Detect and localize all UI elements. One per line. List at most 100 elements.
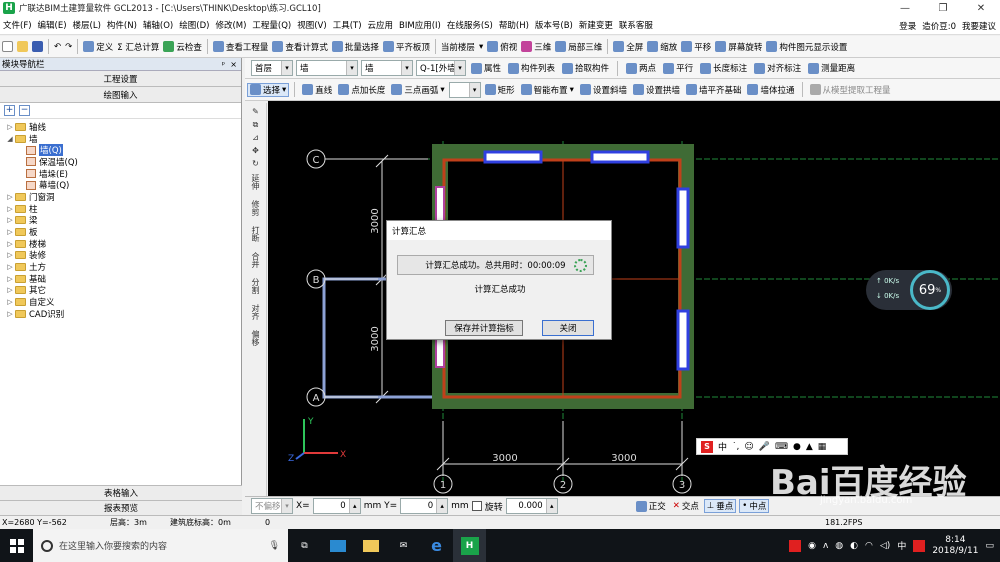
open-folder-icon[interactable]: [15, 41, 30, 52]
expand-arrow-icon[interactable]: ▷: [6, 275, 14, 283]
extract-from-model-button[interactable]: 从模型提取工程量: [808, 84, 893, 96]
expand-arrow-icon[interactable]: ▷: [6, 310, 14, 318]
component-select[interactable]: Q-1[外墙 ▾: [416, 60, 466, 76]
split-button[interactable]: 分割: [251, 278, 260, 294]
expand-arrow-icon[interactable]: ▷: [6, 123, 14, 131]
component-list-button[interactable]: 构件列表: [506, 62, 557, 74]
view-formula-button[interactable]: 查看计算式: [270, 41, 330, 53]
user-icon[interactable]: ●: [793, 442, 801, 452]
rectangle-button[interactable]: 矩形: [483, 84, 517, 96]
clock[interactable]: 8:14 2018/9/11: [932, 535, 978, 557]
extend-button[interactable]: 延伸: [251, 174, 260, 190]
mic-icon[interactable]: 🎙: [269, 541, 280, 551]
tree-item[interactable]: ▷ 其它: [0, 285, 241, 296]
perpendicular-snap-button[interactable]: ⊥ 垂点: [703, 499, 737, 513]
tree-item[interactable]: ▷ CAD识别: [0, 308, 241, 320]
menu-help[interactable]: 帮助(H): [496, 19, 532, 31]
input-language[interactable]: 中: [897, 539, 906, 552]
menu-file[interactable]: 文件(F): [0, 19, 35, 31]
minimize-button[interactable]: —: [886, 0, 924, 16]
current-floor-button[interactable]: 当前楼层: [439, 41, 477, 53]
y-input[interactable]: 0 ▴: [400, 498, 449, 514]
merge-button[interactable]: 合并: [251, 252, 260, 268]
task-view-icon[interactable]: ⧉: [288, 529, 321, 562]
taskbar-app-icon[interactable]: [321, 529, 354, 562]
collapse-all-icon[interactable]: −: [19, 105, 30, 116]
report-preview-tab[interactable]: 报表预览: [0, 500, 242, 515]
length-dimension-button[interactable]: 长度标注: [698, 62, 749, 74]
wifi-icon[interactable]: ◠: [865, 541, 873, 551]
close-dialog-button[interactable]: 关闭: [542, 320, 594, 336]
zoom-button[interactable]: 缩放: [645, 41, 679, 53]
menu-tools[interactable]: 工具(T): [330, 19, 365, 31]
wall-align-foundation-button[interactable]: 墙平齐基础: [684, 84, 744, 96]
define-button[interactable]: 定义: [81, 41, 115, 53]
screen-rotate-button[interactable]: 屏幕旋转: [713, 41, 764, 53]
tree-item[interactable]: ▷ 基础: [0, 273, 241, 285]
tree-item[interactable]: ▷ 自定义: [0, 296, 241, 308]
tree-item[interactable]: ▷ 柱: [0, 203, 241, 215]
tree-item[interactable]: ▷ 板: [0, 226, 241, 238]
offset-button[interactable]: 偏移: [251, 330, 260, 346]
keyboard-icon[interactable]: ⌨: [775, 442, 788, 452]
wechat-icon[interactable]: ◍: [835, 541, 843, 551]
parallel-button[interactable]: 平行: [661, 62, 695, 74]
login-button[interactable]: 登录: [899, 20, 916, 32]
cloud-check-button[interactable]: 云检查: [161, 41, 204, 53]
menu-quantity[interactable]: 工程量(Q): [249, 19, 294, 31]
expand-arrow-icon[interactable]: ▷: [6, 286, 14, 294]
tree-item[interactable]: ◢ 墙: [0, 133, 241, 145]
measure-distance-button[interactable]: 测量距离: [806, 62, 857, 74]
offset-select[interactable]: 不偏移 ▾: [251, 498, 293, 514]
tree-item[interactable]: ▷ 土方: [0, 261, 241, 273]
smart-layout-button[interactable]: 智能布置 ▾: [519, 84, 576, 96]
sogou-icon[interactable]: [913, 539, 926, 552]
tree-item[interactable]: ▷ 轴线: [0, 121, 241, 133]
taskbar-search-input[interactable]: 在这里输入你要搜索的内容 🎙: [33, 529, 288, 562]
set-arch-wall-button[interactable]: 设置拱墙: [631, 84, 682, 96]
tree-item[interactable]: 保温墙(Q): [0, 156, 241, 168]
menu-view[interactable]: 视图(V): [294, 19, 329, 31]
ortho-button[interactable]: 正交: [634, 500, 668, 512]
sogou-tray-icon[interactable]: [789, 539, 802, 552]
menu-bim[interactable]: BIM应用(I): [396, 19, 444, 31]
table-input-tab[interactable]: 表格输入: [0, 485, 242, 500]
align-button[interactable]: 对齐: [251, 304, 260, 320]
two-points-button[interactable]: 两点: [624, 62, 658, 74]
project-settings-tab[interactable]: 工程设置: [0, 71, 241, 87]
menu-online[interactable]: 在线服务(S): [444, 19, 496, 31]
3d-button[interactable]: 三维: [519, 41, 553, 53]
view-dropdown[interactable]: ▾: [477, 42, 485, 52]
fullscreen-button[interactable]: 全屏: [611, 41, 645, 53]
break-button[interactable]: 打断: [251, 226, 260, 242]
glodon-app-icon[interactable]: H: [453, 529, 486, 562]
redo-icon[interactable]: ↷: [63, 42, 74, 52]
menu-version[interactable]: 版本号(B): [532, 19, 576, 31]
new-file-icon[interactable]: [0, 41, 15, 52]
network-tray-icon[interactable]: ◉: [808, 541, 816, 551]
menu-new-change[interactable]: 新建变更: [576, 19, 616, 31]
ime-lang[interactable]: 中: [718, 440, 727, 453]
menu-edit[interactable]: 编辑(E): [35, 19, 70, 31]
expand-arrow-icon[interactable]: ▷: [6, 205, 14, 213]
copy-icon[interactable]: ⧉: [245, 120, 266, 129]
tree-item[interactable]: ▷ 梁: [0, 215, 241, 226]
point-length-button[interactable]: 点加长度: [336, 84, 387, 96]
punct-icon[interactable]: ˙,: [732, 442, 739, 452]
mail-icon[interactable]: ✉: [387, 529, 420, 562]
menu-aux-axis[interactable]: 辅轴(O): [140, 19, 176, 31]
toolbox-icon[interactable]: ▦: [818, 442, 827, 452]
expand-arrow-icon[interactable]: ◢: [6, 135, 14, 143]
expand-all-icon[interactable]: +: [4, 105, 15, 116]
view-quantity-button[interactable]: 查看工程量: [211, 41, 271, 53]
volume-icon[interactable]: ◁): [880, 541, 890, 551]
menu-cloud[interactable]: 云应用: [365, 19, 397, 31]
local-3d-button[interactable]: 局部三维: [553, 41, 604, 53]
tree-item[interactable]: 墙(Q): [0, 144, 241, 157]
drawing-input-tab[interactable]: 绘图输入: [0, 87, 241, 103]
expand-arrow-icon[interactable]: ▷: [6, 240, 14, 248]
people-icon[interactable]: ᴧ: [823, 541, 828, 551]
expand-arrow-icon[interactable]: ▷: [6, 298, 14, 306]
rotate-input[interactable]: 0.000 ▴: [505, 498, 558, 514]
align-slab-top-button[interactable]: 平齐板顶: [381, 41, 432, 53]
